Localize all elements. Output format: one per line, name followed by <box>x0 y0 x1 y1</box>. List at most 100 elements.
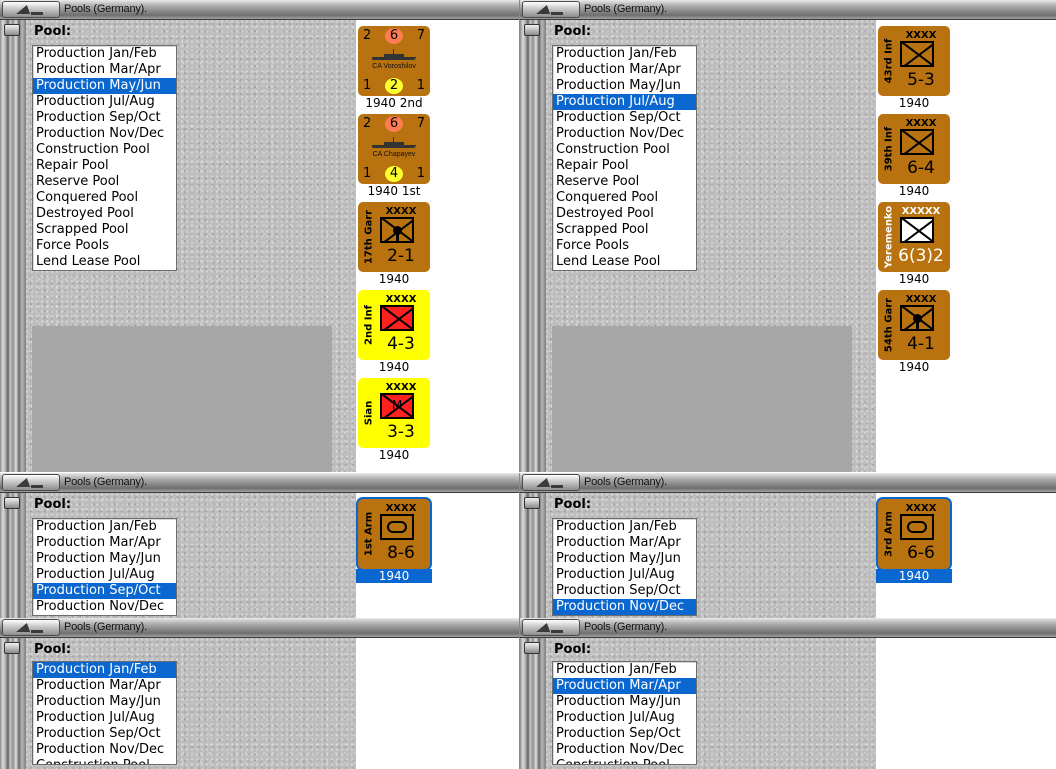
pool-option[interactable]: Lend Lease Pool <box>33 254 176 270</box>
title-bar[interactable]: Pools (Germany). <box>520 618 1056 638</box>
pool-option[interactable]: Production Jan/Feb <box>33 519 176 535</box>
pool-option[interactable]: Production Sep/Oct <box>553 583 696 599</box>
pool-option[interactable]: Production May/Jun <box>553 78 696 94</box>
unit-list[interactable]: 3rd Arm XXXX 6-6 1940 <box>876 493 1056 618</box>
window-menu-icon[interactable] <box>2 1 60 18</box>
unit-counter[interactable]: 2nd Inf XXXX 4-3 1940 <box>356 288 432 376</box>
pool-option[interactable]: Destroyed Pool <box>553 206 696 222</box>
pool-option[interactable]: Production Sep/Oct <box>33 726 176 742</box>
scroll-handle-icon[interactable] <box>4 24 20 36</box>
counter-face[interactable]: 3rd Arm XXXX 6-6 <box>878 499 950 569</box>
pool-option[interactable]: Production Jul/Aug <box>33 94 176 110</box>
scroll-handle-icon[interactable] <box>524 24 540 36</box>
pool-option[interactable]: Production Nov/Dec <box>33 126 176 142</box>
pool-option[interactable]: Production Jan/Feb <box>33 662 176 678</box>
unit-list[interactable]: 2 6 7 CA Voroshilov 1 2 1 1940 2nd 2 6 7 CA Chapaye… <box>356 20 520 472</box>
scroll-handle-icon[interactable] <box>4 642 20 654</box>
title-bar[interactable]: Pools (Germany). <box>0 618 520 638</box>
pool-option[interactable]: Production Nov/Dec <box>33 599 176 615</box>
pool-option[interactable]: Construction Pool <box>553 142 696 158</box>
unit-list[interactable] <box>876 638 1056 769</box>
pool-option[interactable]: Production Mar/Apr <box>553 535 696 551</box>
pool-option[interactable]: Production Nov/Dec <box>553 126 696 142</box>
title-bar[interactable]: Pools (Germany). <box>520 473 1056 493</box>
pool-list[interactable]: Production Jan/Feb Production Mar/Apr Prod… <box>552 518 697 616</box>
scroll-handle-icon[interactable] <box>524 642 540 654</box>
pool-option[interactable]: Production Sep/Oct <box>33 110 176 126</box>
pool-option[interactable]: Production May/Jun <box>553 694 696 710</box>
pool-option[interactable]: Scrapped Pool <box>33 222 176 238</box>
pool-option[interactable]: Production Mar/Apr <box>553 678 696 694</box>
pool-option[interactable]: Scrapped Pool <box>553 222 696 238</box>
unit-counter[interactable]: 17th Garr XXXX 2-1 1940 <box>356 200 432 288</box>
pool-list[interactable]: Production Jan/Feb Production Mar/Apr Prod… <box>32 661 177 765</box>
pool-option[interactable]: Repair Pool <box>33 158 176 174</box>
unit-counter[interactable]: 1st Arm XXXX 8-6 1940 <box>356 497 432 585</box>
pool-option[interactable]: Production Sep/Oct <box>33 583 176 599</box>
unit-list[interactable]: 1st Arm XXXX 8-6 1940 <box>356 493 520 618</box>
title-bar[interactable]: Pools (Germany). <box>0 473 520 493</box>
window-menu-icon[interactable] <box>2 619 60 636</box>
pool-option[interactable]: Production Jul/Aug <box>553 710 696 726</box>
pool-option[interactable]: Production May/Jun <box>553 551 696 567</box>
pool-option[interactable]: Production Sep/Oct <box>553 726 696 742</box>
pool-option[interactable]: Production Mar/Apr <box>553 62 696 78</box>
pool-option[interactable]: Conquered Pool <box>33 190 176 206</box>
unit-list[interactable] <box>356 638 520 769</box>
pool-option[interactable]: Conquered Pool <box>553 190 696 206</box>
pool-option[interactable]: Reserve Pool <box>553 174 696 190</box>
pool-option[interactable]: Production Jul/Aug <box>553 94 696 110</box>
pool-list[interactable]: Production Jan/Feb Production Mar/Apr Prod… <box>32 45 177 271</box>
pool-list[interactable]: Production Jan/Feb Production Mar/Apr Prod… <box>32 518 177 616</box>
title-bar[interactable]: Pools (Germany). <box>0 0 520 20</box>
pool-option[interactable]: Production Jan/Feb <box>553 46 696 62</box>
pool-option[interactable]: Repair Pool <box>553 158 696 174</box>
counter-face[interactable]: Yeremenko XXXXX 6(3)2 <box>878 202 950 272</box>
unit-counter[interactable]: 2 6 7 CA Voroshilov 1 2 1 1940 2nd <box>356 24 432 112</box>
pool-option[interactable]: Lend Lease Pool <box>553 254 696 270</box>
pool-option[interactable]: Production Mar/Apr <box>33 62 176 78</box>
counter-face[interactable]: 54th Garr XXXX 4-1 <box>878 290 950 360</box>
unit-counter[interactable]: 39th Inf XXXX 6-4 1940 <box>876 112 952 200</box>
pool-option[interactable]: Production Jan/Feb <box>33 46 176 62</box>
unit-counter[interactable]: 54th Garr XXXX 4-1 1940 <box>876 288 952 376</box>
pool-list[interactable]: Production Jan/Feb Production Mar/Apr Prod… <box>552 661 697 765</box>
window-menu-icon[interactable] <box>522 619 580 636</box>
window-menu-icon[interactable] <box>522 474 580 491</box>
pool-option[interactable]: Force Pools <box>33 238 176 254</box>
pool-option[interactable]: Production Jul/Aug <box>553 567 696 583</box>
scroll-handle-icon[interactable] <box>524 497 540 509</box>
unit-counter[interactable]: 2 6 7 CA Chapayev 1 4 1 1940 1st <box>356 112 432 200</box>
unit-list[interactable]: 43rd Inf XXXX 5-3 1940 39th Inf XXXX 6-4 1940 Ye… <box>876 20 1056 472</box>
pool-option[interactable]: Production Jul/Aug <box>33 567 176 583</box>
window-menu-icon[interactable] <box>2 474 60 491</box>
counter-face[interactable]: 1st Arm XXXX 8-6 <box>358 499 430 569</box>
title-bar[interactable]: Pools (Germany). <box>520 0 1056 20</box>
counter-face[interactable]: 2 6 7 CA Chapayev 1 4 1 <box>358 114 430 184</box>
pool-option[interactable]: Destroyed Pool <box>33 206 176 222</box>
pool-option[interactable]: Production Sep/Oct <box>553 110 696 126</box>
pool-option[interactable]: Production Nov/Dec <box>553 599 696 615</box>
pool-option[interactable]: Force Pools <box>553 238 696 254</box>
pool-option[interactable]: Production Jul/Aug <box>33 710 176 726</box>
pool-option[interactable]: Production Jan/Feb <box>553 519 696 535</box>
window-menu-icon[interactable] <box>522 1 580 18</box>
counter-face[interactable]: 2 6 7 CA Voroshilov 1 2 1 <box>358 26 430 96</box>
pool-option[interactable]: Reserve Pool <box>33 174 176 190</box>
pool-option[interactable]: Construction Pool <box>33 142 176 158</box>
unit-counter[interactable]: Yeremenko XXXXX 6(3)2 1940 <box>876 200 952 288</box>
unit-counter[interactable]: 43rd Inf XXXX 5-3 1940 <box>876 24 952 112</box>
pool-option[interactable]: Production May/Jun <box>33 78 176 94</box>
scroll-handle-icon[interactable] <box>4 497 20 509</box>
pool-option[interactable]: Production Nov/Dec <box>33 742 176 758</box>
pool-option[interactable]: Production Nov/Dec <box>553 742 696 758</box>
pool-option[interactable]: Production Mar/Apr <box>33 535 176 551</box>
counter-face[interactable]: 43rd Inf XXXX 5-3 <box>878 26 950 96</box>
pool-list[interactable]: Production Jan/Feb Production Mar/Apr Prod… <box>552 45 697 271</box>
counter-face[interactable]: 39th Inf XXXX 6-4 <box>878 114 950 184</box>
pool-option[interactable]: Production Mar/Apr <box>33 678 176 694</box>
unit-counter[interactable]: 3rd Arm XXXX 6-6 1940 <box>876 497 952 585</box>
pool-option[interactable]: Production May/Jun <box>33 551 176 567</box>
pool-option[interactable]: Production May/Jun <box>33 694 176 710</box>
pool-option[interactable]: Production Jan/Feb <box>553 662 696 678</box>
